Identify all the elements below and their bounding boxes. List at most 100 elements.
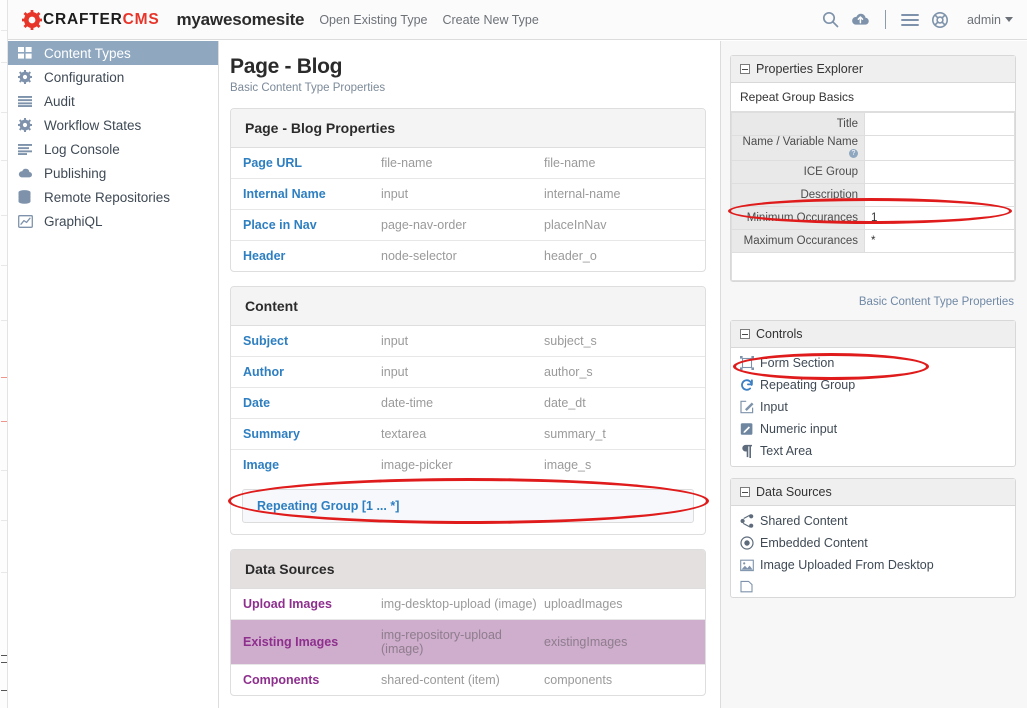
property-value[interactable] <box>864 183 1015 207</box>
field-label[interactable]: Page URL <box>231 148 381 179</box>
field-label[interactable]: Header <box>231 241 381 272</box>
datasource-item-partially-hidden[interactable] <box>731 576 1015 597</box>
search-icon[interactable] <box>816 5 846 35</box>
table-row[interactable]: Author input author_s <box>231 357 705 388</box>
data-sources-list: Shared Content Embedded Content Image Up… <box>731 506 1015 597</box>
field-label[interactable]: Author <box>231 357 381 388</box>
sidebar-item-remote-repositories[interactable]: Remote Repositories <box>8 185 218 209</box>
sidebar-item-configuration[interactable]: Configuration <box>8 65 218 89</box>
property-row-maximum-occurances[interactable]: Maximum Occurances * <box>731 229 1015 253</box>
field-label[interactable]: Summary <box>231 419 381 450</box>
controls-header: Controls <box>731 321 1015 348</box>
sidebar-item-graphiql[interactable]: GraphiQL <box>8 209 218 233</box>
chart-line-icon <box>18 214 37 228</box>
field-label[interactable]: Internal Name <box>231 179 381 210</box>
table-row-selected[interactable]: Existing Images img-repository-upload (i… <box>231 619 705 665</box>
sidebar-item-label: Configuration <box>44 69 125 85</box>
sidebar-item-label: Content Types <box>44 45 131 61</box>
field-type: date-time <box>381 396 434 410</box>
sidebar-item-log-console[interactable]: Log Console <box>8 137 218 161</box>
field-type: input <box>381 365 409 379</box>
property-value[interactable] <box>864 112 1015 136</box>
craftercms-logo[interactable]: CRAFTERCMS <box>22 9 160 30</box>
datasource-item-embedded-content[interactable]: Embedded Content <box>731 532 1015 554</box>
table-row[interactable]: Components shared-content (item) compone… <box>231 665 705 696</box>
gear-icon <box>18 70 37 84</box>
table-row[interactable]: Summary textarea summary_t <box>231 419 705 450</box>
property-value[interactable] <box>864 160 1015 184</box>
field-table: Page URL file-name file-name Internal Na… <box>231 148 705 271</box>
basic-content-type-properties-link[interactable]: Basic Content Type Properties <box>859 296 1014 308</box>
property-row[interactable]: Name / Variable Name? <box>731 135 1015 161</box>
grid-icon <box>18 47 37 59</box>
controls-panel: Controls Form Section Repeating Group In… <box>730 320 1016 467</box>
datasource-label[interactable]: Upload Images <box>231 589 381 620</box>
page-title: Page - Blog <box>230 55 343 78</box>
hamburger-menu-icon[interactable] <box>895 5 925 35</box>
cloud-upload-icon[interactable] <box>846 5 876 35</box>
datasource-item-shared-content[interactable]: Shared Content <box>731 506 1015 532</box>
property-label: Maximum Occurances <box>731 229 865 253</box>
property-value[interactable] <box>864 135 1015 161</box>
property-label: Title <box>731 112 865 136</box>
property-row[interactable]: Description <box>731 183 1015 207</box>
field-variable: date_dt <box>544 396 586 410</box>
field-variable: summary_t <box>544 427 606 441</box>
datasource-label[interactable]: Components <box>231 665 381 696</box>
control-item-label: Form Section <box>760 356 835 370</box>
right-panel: Properties Explorer Repeat Group Basics … <box>721 41 1027 708</box>
datasource-item-image-uploaded-from-desktop[interactable]: Image Uploaded From Desktop <box>731 554 1015 576</box>
field-variable: image_s <box>544 458 592 472</box>
collapse-minus-icon[interactable] <box>740 64 750 74</box>
create-new-type-link[interactable]: Create New Type <box>442 13 538 27</box>
collapse-minus-icon[interactable] <box>740 329 750 339</box>
field-variable: author_s <box>544 365 593 379</box>
table-row[interactable]: Page URL file-name file-name <box>231 148 705 179</box>
control-item-repeating-group[interactable]: Repeating Group <box>731 374 1015 396</box>
user-menu-button[interactable]: admin <box>967 13 1013 27</box>
site-name[interactable]: myawesomesite <box>177 10 305 30</box>
control-item-numeric-input[interactable]: Numeric input <box>731 418 1015 440</box>
page-subtitle: Basic Content Type Properties <box>230 82 386 94</box>
property-row[interactable]: Title <box>731 112 1015 136</box>
globe-help-icon[interactable] <box>925 5 955 35</box>
table-row[interactable]: Subject input subject_s <box>231 326 705 357</box>
field-label[interactable]: Image <box>231 450 381 481</box>
sidebar-item-publishing[interactable]: Publishing <box>8 161 218 185</box>
datasource-label[interactable]: Existing Images <box>231 620 381 665</box>
field-label[interactable]: Date <box>231 388 381 419</box>
property-value[interactable]: * <box>864 229 1015 253</box>
control-item-input[interactable]: Input <box>731 396 1015 418</box>
field-label[interactable]: Subject <box>231 326 381 357</box>
collapse-minus-icon[interactable] <box>740 487 750 497</box>
target-circle-icon <box>740 536 760 550</box>
field-type: node-selector <box>381 249 457 263</box>
control-item-text-area[interactable]: Text Area <box>731 440 1015 466</box>
table-row[interactable]: Image image-picker image_s <box>231 450 705 481</box>
property-value[interactable]: 1 <box>864 206 1015 230</box>
help-icon[interactable]: ? <box>849 149 858 159</box>
properties-explorer-subtitle: Repeat Group Basics <box>731 83 1015 112</box>
section-page-blog-properties: Page - Blog Properties Page URL file-nam… <box>230 108 706 272</box>
sidebar-item-label: Remote Repositories <box>44 189 171 205</box>
table-row[interactable]: Internal Name input internal-name <box>231 179 705 210</box>
property-label: ICE Group <box>731 160 865 184</box>
table-row[interactable]: Upload Images img-desktop-upload (image)… <box>231 589 705 620</box>
field-type: file-name <box>381 156 433 170</box>
property-row[interactable]: ICE Group <box>731 160 1015 184</box>
table-row[interactable]: Place in Nav page-nav-order placeInNav <box>231 210 705 241</box>
field-type: textarea <box>381 427 427 441</box>
sidebar-item-content-types[interactable]: Content Types <box>8 41 218 65</box>
control-item-label: Input <box>760 400 788 414</box>
repeating-group-field[interactable]: Repeating Group [1 ... *] <box>242 489 694 523</box>
field-label[interactable]: Place in Nav <box>231 210 381 241</box>
property-row-minimum-occurances[interactable]: Minimum Occurances 1 <box>731 206 1015 230</box>
sidebar-item-audit[interactable]: Audit <box>8 89 218 113</box>
open-existing-type-link[interactable]: Open Existing Type <box>319 13 427 27</box>
datasource-variable: uploadImages <box>544 597 623 611</box>
sidebar-item-label: Audit <box>44 93 75 109</box>
sidebar-item-workflow-states[interactable]: Workflow States <box>8 113 218 137</box>
table-row[interactable]: Date date-time date_dt <box>231 388 705 419</box>
table-row[interactable]: Header node-selector header_o <box>231 241 705 272</box>
control-item-form-section[interactable]: Form Section <box>731 348 1015 374</box>
